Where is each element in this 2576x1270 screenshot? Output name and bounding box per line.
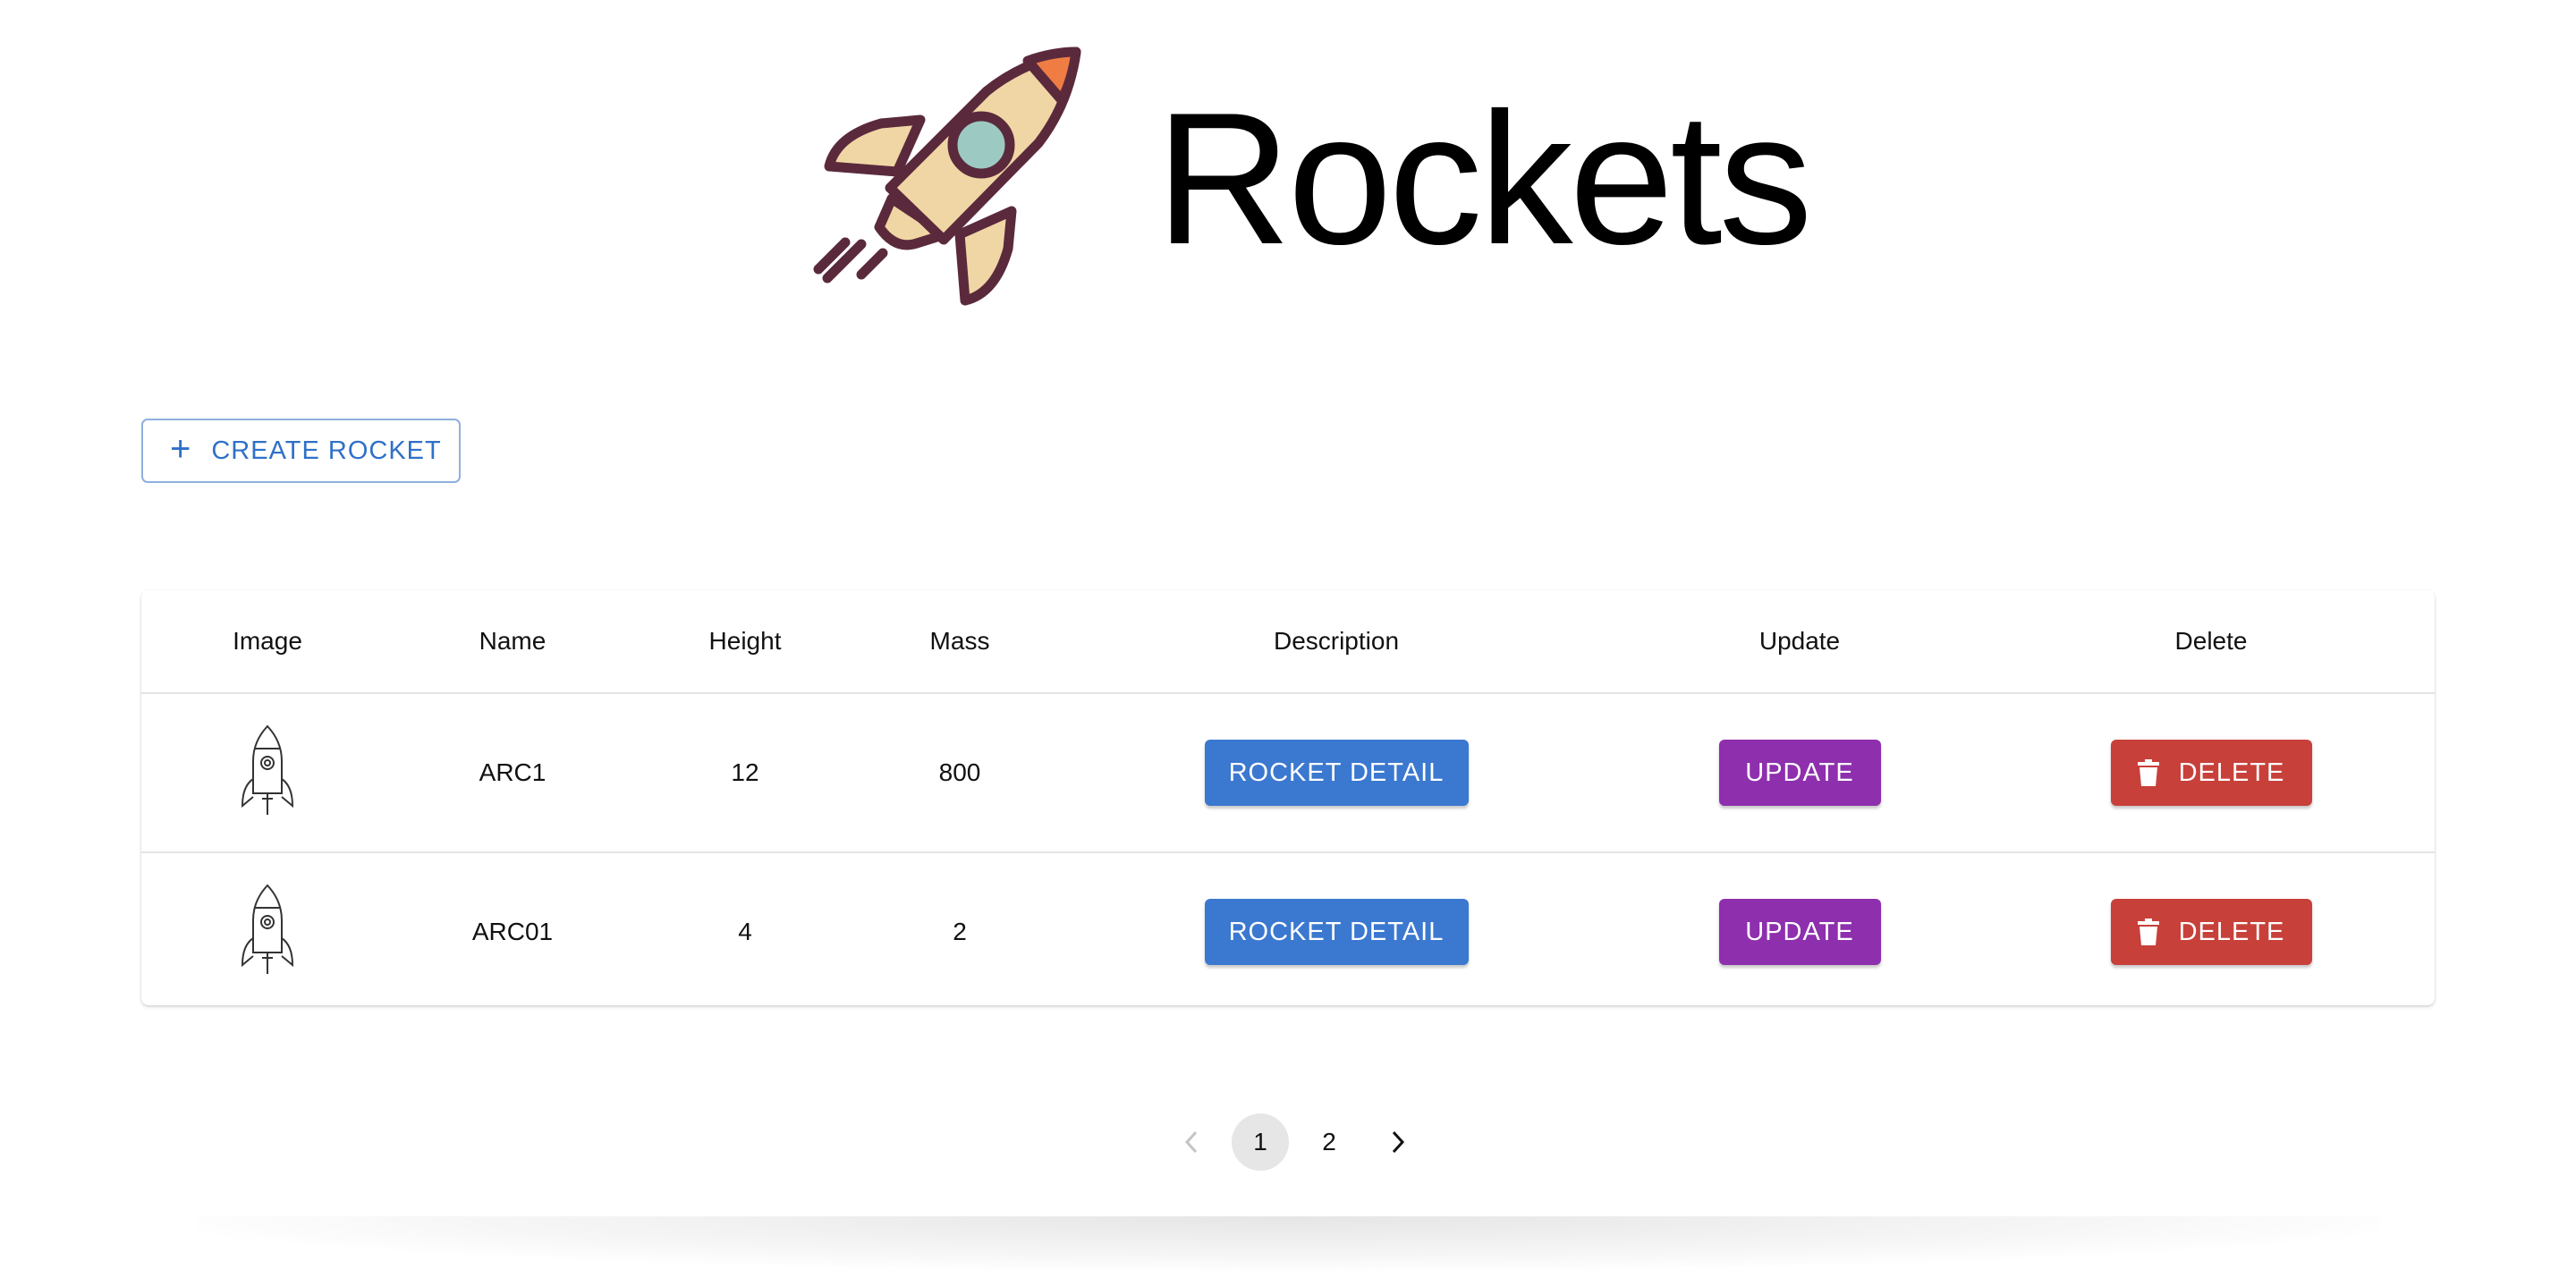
column-header-mass: Mass <box>859 590 1061 694</box>
table-header-row: Image Name Height Mass Description Updat… <box>141 590 2435 694</box>
bottom-shadow <box>197 1216 2379 1270</box>
plus-icon: + <box>170 428 192 469</box>
column-header-update: Update <box>1612 590 1987 694</box>
rocket-mass: 800 <box>859 693 1061 853</box>
update-button[interactable]: UPDATE <box>1718 899 1881 965</box>
column-header-height: Height <box>631 590 859 694</box>
page-title: Rockets <box>1156 73 1813 284</box>
rocket-outline-icon <box>241 724 294 815</box>
update-button[interactable]: UPDATE <box>1718 740 1881 806</box>
pagination-next-button[interactable] <box>1369 1113 1427 1171</box>
rocket-image-cell <box>141 693 394 853</box>
pagination-page-1[interactable]: 1 <box>1232 1113 1289 1171</box>
rocket-logo-icon <box>813 47 1081 306</box>
column-header-image: Image <box>141 590 394 694</box>
pagination: 1 2 <box>1163 1113 1438 1172</box>
rocket-outline-icon <box>241 884 294 974</box>
table-row: ARC01 4 2 ROCKET DETAIL UPDATE DELETE <box>141 852 2435 1011</box>
chevron-left-icon <box>1184 1130 1198 1154</box>
rocket-detail-button[interactable]: ROCKET DETAIL <box>1204 899 1469 965</box>
delete-label: DELETE <box>2178 917 2285 946</box>
description-cell: ROCKET DETAIL <box>1061 693 1612 853</box>
delete-button[interactable]: DELETE <box>2110 740 2312 806</box>
column-header-description: Description <box>1061 590 1612 694</box>
description-cell: ROCKET DETAIL <box>1061 852 1612 1011</box>
delete-cell: DELETE <box>1987 693 2435 853</box>
pagination-page-2[interactable]: 2 <box>1301 1113 1358 1171</box>
rocket-height: 4 <box>738 918 752 945</box>
create-rocket-label: CREATE ROCKET <box>211 436 442 465</box>
rocket-name: ARC1 <box>394 693 631 853</box>
delete-label: DELETE <box>2178 758 2285 787</box>
rocket-name: ARC01 <box>471 918 554 945</box>
rocket-height: 12 <box>631 693 859 853</box>
trash-icon <box>2137 919 2159 945</box>
pagination-prev-button[interactable] <box>1163 1113 1220 1171</box>
update-cell: UPDATE <box>1612 693 1987 853</box>
rockets-table: Image Name Height Mass Description Updat… <box>141 590 2435 1005</box>
rocket-image-cell <box>141 852 394 1011</box>
chevron-right-icon <box>1392 1130 1405 1154</box>
column-header-name: Name <box>394 590 631 694</box>
rocket-detail-button[interactable]: ROCKET DETAIL <box>1204 740 1469 806</box>
table-row: ARC1 12 800 ROCKET DETAIL UPDATE DELETE <box>141 693 2435 853</box>
column-header-delete: Delete <box>1987 590 2435 694</box>
page-header: Rockets <box>0 0 2576 322</box>
rocket-mass: 2 <box>953 918 967 945</box>
create-rocket-button[interactable]: + CREATE ROCKET <box>141 419 461 483</box>
delete-cell: DELETE <box>1987 852 2435 1011</box>
delete-button[interactable]: DELETE <box>2110 899 2312 965</box>
trash-icon <box>2137 759 2159 786</box>
update-cell: UPDATE <box>1612 852 1987 1011</box>
